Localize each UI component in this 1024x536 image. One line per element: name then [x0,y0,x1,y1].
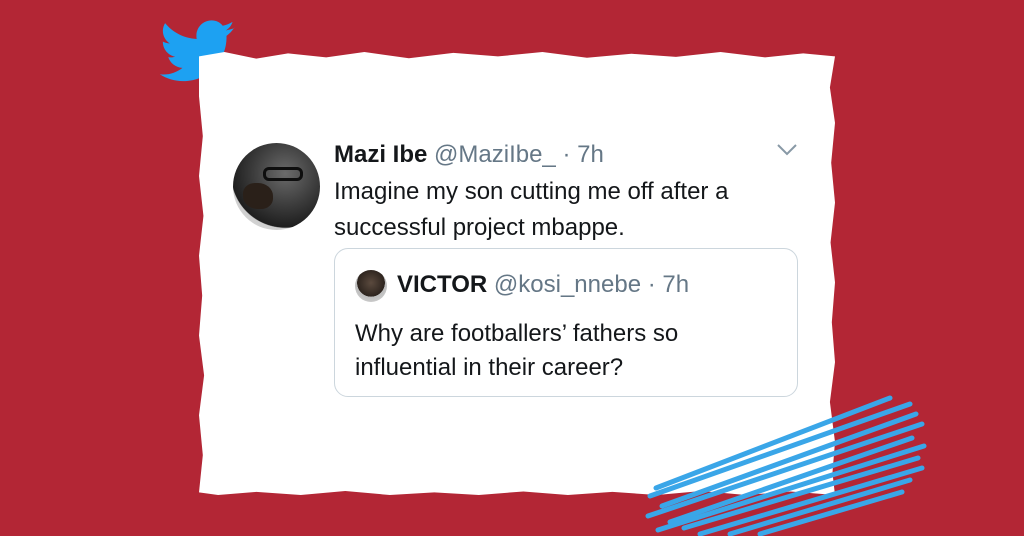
tweet-text: Imagine my son cutting me off after a su… [334,178,729,241]
chevron-down-icon[interactable] [776,143,798,157]
author-handle[interactable]: @MaziIbe_ [434,141,556,168]
quoted-tweet-time[interactable]: 7h [662,271,689,298]
tweet-header: Mazi Ibe @MaziIbe_ · 7h [334,141,604,169]
author-avatar[interactable] [233,143,320,230]
tweet-time[interactable]: 7h [577,141,604,168]
separator-dot: · [562,141,571,168]
quoted-author-avatar[interactable] [355,270,387,302]
scribble-decoration [645,395,927,536]
quoted-author-handle[interactable]: @kosi_nnebe [494,271,641,298]
quoted-tweet-card[interactable]: VICTOR @kosi_nnebe · 7h Why are football… [334,248,798,397]
avatar-glasses [263,167,303,181]
author-name[interactable]: Mazi Ibe [334,141,427,168]
quoted-separator-dot: · [647,271,656,298]
quoted-author-name[interactable]: VICTOR [397,271,487,298]
quoted-tweet-header: VICTOR @kosi_nnebe · 7h [397,271,689,299]
quoted-tweet-text: Why are footballers’ fathers so influent… [355,320,679,381]
avatar-hand [243,183,273,209]
